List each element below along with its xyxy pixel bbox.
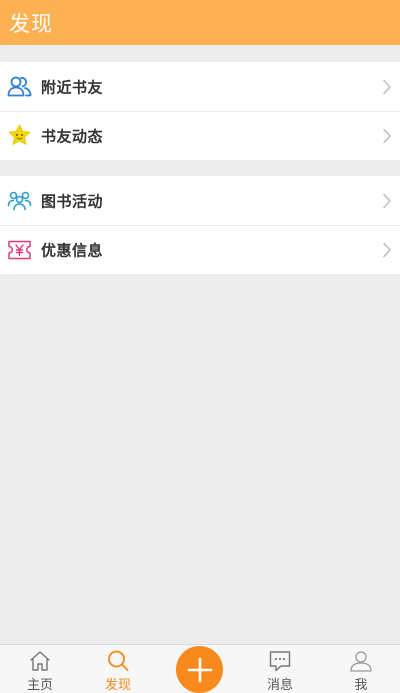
- menu-item-label: 书友动态: [41, 127, 104, 146]
- top-bar: 发现: [0, 0, 400, 45]
- chevron-right-icon: [383, 193, 391, 208]
- star-face-icon: [7, 124, 32, 149]
- user-icon: [349, 649, 373, 673]
- menu-group-activities: 图书活动 优惠信息: [0, 176, 400, 274]
- chevron-right-icon: [383, 242, 391, 258]
- chat-icon: [268, 649, 292, 673]
- tab-label: 主页: [26, 678, 53, 693]
- tab-messages[interactable]: 消息: [240, 645, 320, 693]
- menu-item-label: 优惠信息: [41, 241, 104, 260]
- menu-item-label: 图书活动: [41, 192, 104, 210]
- search-icon: [106, 649, 130, 673]
- page-title: 发现: [9, 11, 53, 36]
- chevron-right-icon: [383, 79, 391, 94]
- add-button[interactable]: [176, 646, 223, 693]
- tab-me[interactable]: 我: [321, 645, 400, 693]
- people-icon: [7, 74, 32, 99]
- tab-label: 我: [354, 678, 368, 693]
- tab-discover[interactable]: 发现: [78, 645, 158, 693]
- discover-screen: 发现 附近书友 书友动态 图书活动 优惠信息 主页 发现 消息 我: [0, 0, 400, 693]
- home-icon: [28, 649, 52, 673]
- menu-group-social: 附近书友 书友动态: [0, 62, 400, 160]
- menu-item-reader-updates[interactable]: 书友动态: [0, 111, 400, 160]
- menu-item-book-events[interactable]: 图书活动: [0, 176, 400, 225]
- chevron-right-icon: [383, 128, 391, 144]
- menu-item-label: 附近书友: [41, 78, 104, 96]
- plus-icon: [187, 657, 212, 682]
- tab-label: 发现: [104, 678, 131, 693]
- menu-item-promotions[interactable]: 优惠信息: [0, 225, 400, 274]
- tab-home[interactable]: 主页: [0, 645, 80, 693]
- group-activity-icon: [7, 188, 32, 213]
- yen-ticket-icon: [7, 238, 32, 263]
- menu-item-nearby-readers[interactable]: 附近书友: [0, 62, 400, 111]
- tab-label: 消息: [266, 678, 293, 693]
